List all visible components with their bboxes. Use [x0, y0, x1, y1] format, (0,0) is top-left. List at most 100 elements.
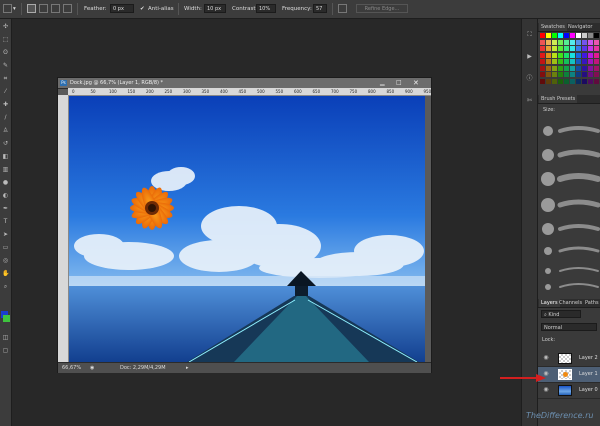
- color-swatch[interactable]: [570, 52, 575, 58]
- color-swatch[interactable]: [546, 72, 551, 77]
- layer-name[interactable]: Layer 2: [579, 351, 598, 366]
- color-swatch[interactable]: [582, 46, 587, 51]
- history-panel-icon[interactable]: ⛶: [526, 31, 533, 38]
- shape-tool-icon[interactable]: ▭: [2, 244, 9, 251]
- color-swatch[interactable]: [594, 65, 599, 71]
- color-swatch[interactable]: [564, 52, 569, 58]
- color-swatch[interactable]: [564, 72, 569, 77]
- color-swatch[interactable]: [558, 46, 563, 51]
- color-swatch[interactable]: [546, 65, 551, 71]
- color-swatch[interactable]: [540, 78, 545, 84]
- color-swatch[interactable]: [558, 33, 563, 38]
- color-swatch[interactable]: [588, 59, 593, 64]
- tool-preset-picker[interactable]: [3, 4, 12, 13]
- color-swatch[interactable]: [576, 65, 581, 71]
- color-swatch[interactable]: [564, 33, 569, 38]
- color-swatch[interactable]: [582, 65, 587, 71]
- color-swatch[interactable]: [552, 52, 557, 58]
- blend-mode-select[interactable]: Normal: [541, 323, 597, 331]
- eyedropper-tool-icon[interactable]: ⁄: [2, 88, 9, 95]
- lasso-tool-icon[interactable]: ʘ: [2, 49, 9, 56]
- color-swatch[interactable]: [582, 72, 587, 77]
- color-swatch[interactable]: [564, 65, 569, 71]
- color-swatch[interactable]: [558, 78, 563, 84]
- color-swatch[interactable]: [594, 46, 599, 51]
- quick-mask-icon[interactable]: ◫: [2, 334, 9, 341]
- marquee-tool-icon[interactable]: ⬚: [2, 36, 9, 43]
- quick-selection-tool-icon[interactable]: ✎: [2, 62, 9, 69]
- clone-stamp-tool-icon[interactable]: ♙: [2, 127, 9, 134]
- color-swatch[interactable]: [564, 78, 569, 84]
- eye-icon[interactable]: ◉: [543, 387, 549, 393]
- status-menu-arrow-icon[interactable]: ▸: [186, 363, 189, 373]
- color-swatch[interactable]: [570, 65, 575, 71]
- zoom-level[interactable]: 66,67%: [62, 363, 81, 373]
- color-swatch[interactable]: [576, 33, 581, 38]
- color-swatch[interactable]: [546, 59, 551, 64]
- color-swatch[interactable]: [588, 46, 593, 51]
- eye-icon[interactable]: ◉: [543, 355, 549, 361]
- tab-swatches[interactable]: Swatches: [539, 23, 567, 31]
- refine-edge-button[interactable]: Refine Edge...: [356, 4, 408, 13]
- tab-paths[interactable]: Paths: [583, 299, 600, 307]
- color-swatch[interactable]: [540, 52, 545, 58]
- layer-row[interactable]: ◉ Layer 0: [538, 383, 600, 399]
- eraser-tool-icon[interactable]: ◧: [2, 153, 9, 160]
- color-swatch[interactable]: [582, 33, 587, 38]
- color-swatch[interactable]: [588, 52, 593, 58]
- brush-panel-icon[interactable]: ✄: [526, 97, 533, 104]
- gradient-tool-icon[interactable]: ▥: [2, 166, 9, 173]
- background-color-swatch[interactable]: [3, 315, 10, 322]
- image-canvas[interactable]: [69, 96, 425, 362]
- color-swatch[interactable]: [552, 78, 557, 84]
- hand-tool-icon[interactable]: ✋: [2, 270, 9, 277]
- color-swatch[interactable]: [546, 52, 551, 58]
- screen-mode-icon[interactable]: ▢: [2, 347, 9, 354]
- color-swatch[interactable]: [576, 59, 581, 64]
- color-swatch[interactable]: [558, 59, 563, 64]
- history-brush-tool-icon[interactable]: ↺: [2, 140, 9, 147]
- swatches-grid[interactable]: [540, 33, 600, 87]
- layer-row[interactable]: ◉ Layer 2: [538, 351, 600, 367]
- color-swatch[interactable]: [582, 59, 587, 64]
- color-swatch[interactable]: [552, 39, 557, 45]
- color-swatch[interactable]: [588, 78, 593, 84]
- color-swatch[interactable]: [582, 39, 587, 45]
- color-swatch[interactable]: [558, 65, 563, 71]
- color-swatch[interactable]: [540, 59, 545, 64]
- color-swatch[interactable]: [594, 78, 599, 84]
- pen-pressure-icon[interactable]: [338, 4, 347, 13]
- color-swatch[interactable]: [552, 33, 557, 38]
- color-swatch[interactable]: [564, 46, 569, 51]
- color-swatch[interactable]: [546, 33, 551, 38]
- color-swatch[interactable]: [588, 65, 593, 71]
- zoom-tool-icon[interactable]: ⌕: [2, 283, 9, 290]
- color-swatch[interactable]: [588, 39, 593, 45]
- color-swatch[interactable]: [540, 65, 545, 71]
- color-swatch[interactable]: [576, 78, 581, 84]
- color-swatch[interactable]: [576, 52, 581, 58]
- pen-tool-icon[interactable]: ✒: [2, 205, 9, 212]
- feather-input[interactable]: 0 px: [110, 4, 134, 13]
- tab-channels[interactable]: Channels: [557, 299, 584, 307]
- minimize-icon[interactable]: ▁: [380, 78, 385, 88]
- color-swatch[interactable]: [546, 39, 551, 45]
- color-swatch[interactable]: [594, 52, 599, 58]
- path-selection-tool-icon[interactable]: ➤: [2, 231, 9, 238]
- chevron-down-icon[interactable]: ▾: [13, 0, 16, 18]
- 3d-tool-icon[interactable]: ◎: [2, 257, 9, 264]
- antialias-checkbox-icon[interactable]: ✔: [140, 0, 145, 18]
- color-swatch[interactable]: [564, 39, 569, 45]
- color-swatch[interactable]: [558, 72, 563, 77]
- contrast-input[interactable]: 10%: [256, 4, 276, 13]
- color-swatch[interactable]: [576, 72, 581, 77]
- color-swatch[interactable]: [540, 72, 545, 77]
- add-to-selection-icon[interactable]: [39, 4, 48, 13]
- layer-row-selected[interactable]: ◉ Layer 1: [538, 367, 600, 383]
- color-swatch[interactable]: [582, 52, 587, 58]
- dodge-tool-icon[interactable]: ◐: [2, 192, 9, 199]
- color-swatch[interactable]: [570, 72, 575, 77]
- status-info-icon[interactable]: ◉: [90, 363, 94, 373]
- color-swatch[interactable]: [540, 46, 545, 51]
- layer-name[interactable]: Layer 1: [579, 367, 598, 382]
